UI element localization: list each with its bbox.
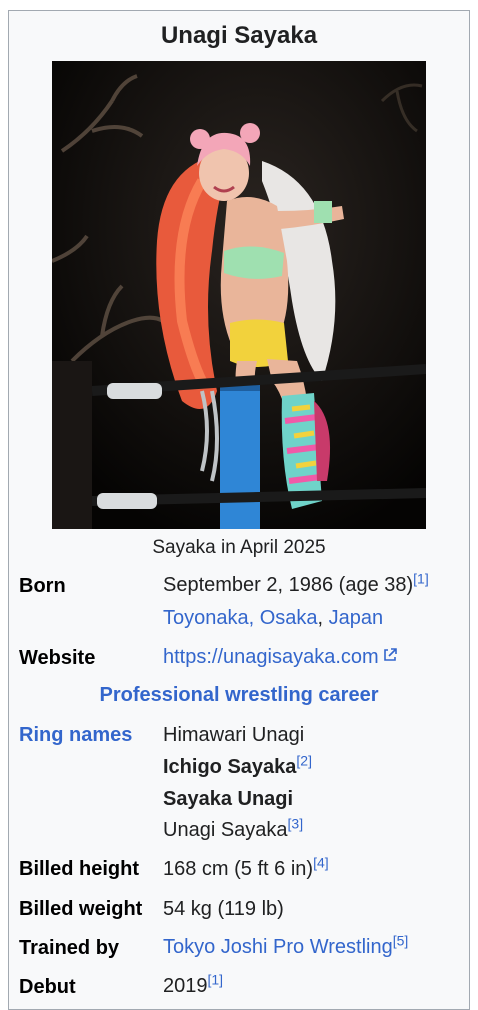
website-value: https://unagisayaka.com (163, 646, 398, 669)
ring-name-item: Himawari Unagi (163, 724, 305, 746)
born-date-text: September 2, 1986 (age 38) (163, 574, 414, 596)
ring-name-item: Unagi Sayaka[3] (163, 816, 303, 842)
trained-by-link[interactable]: Tokyo Joshi Pro Wrestling (163, 936, 393, 958)
image-caption: Sayaka in April 2025 (152, 537, 326, 558)
trained-by-value: Tokyo Joshi Pro Wrestling[5] (163, 933, 408, 959)
born-date-ref[interactable]: [1] (413, 570, 429, 586)
ring-name-ref[interactable]: [3] (288, 815, 304, 831)
website-link[interactable]: https://unagisayaka.com (163, 646, 379, 668)
debut-value: 2019[1] (163, 972, 223, 998)
debut-ref[interactable]: [1] (208, 971, 224, 987)
wrestler-photo-illustration (52, 61, 426, 529)
infobox: Unagi Sayaka Sayaka in April 2025 Born S… (8, 10, 470, 1010)
section-header-pro-wrestling-career[interactable]: Professional wrestling career (9, 684, 469, 707)
born-label: Born (19, 575, 66, 597)
ring-name-item: Ichigo Sayaka[2] (163, 753, 312, 779)
ring-name-text: Unagi Sayaka (163, 819, 288, 841)
ring-name-ref[interactable]: [2] (296, 752, 312, 768)
born-date: September 2, 1986 (age 38)[1] (163, 571, 429, 597)
billed-height-label: Billed height (19, 858, 139, 880)
born-place-separator: , (317, 607, 329, 629)
debut-label: Debut (19, 976, 76, 998)
born-place: Toyonaka, Osaka, Japan (163, 607, 383, 630)
ring-name-text: Ichigo Sayaka (163, 756, 297, 778)
website-label: Website (19, 647, 96, 669)
billed-weight-value: 54 kg (119 lb) (163, 898, 284, 920)
ring-name-item: Sayaka Unagi (163, 788, 294, 810)
trained-by-label: Trained by (19, 937, 120, 959)
born-place-country-link[interactable]: Japan (329, 607, 384, 629)
born-place-city-link[interactable]: Toyonaka, Osaka (163, 607, 318, 629)
billed-weight-label: Billed weight (19, 898, 143, 920)
billed-height-text: 168 cm (5 ft 6 in) (163, 858, 314, 880)
billed-height-value: 168 cm (5 ft 6 in)[4] (163, 855, 329, 881)
trained-by-ref[interactable]: [5] (393, 932, 409, 948)
external-link-icon (382, 646, 398, 669)
wrestler-photo[interactable] (52, 61, 426, 529)
ring-names-label-link[interactable]: Ring names (19, 724, 132, 747)
infobox-title: Unagi Sayaka (160, 22, 318, 49)
billed-height-ref[interactable]: [4] (313, 854, 329, 870)
